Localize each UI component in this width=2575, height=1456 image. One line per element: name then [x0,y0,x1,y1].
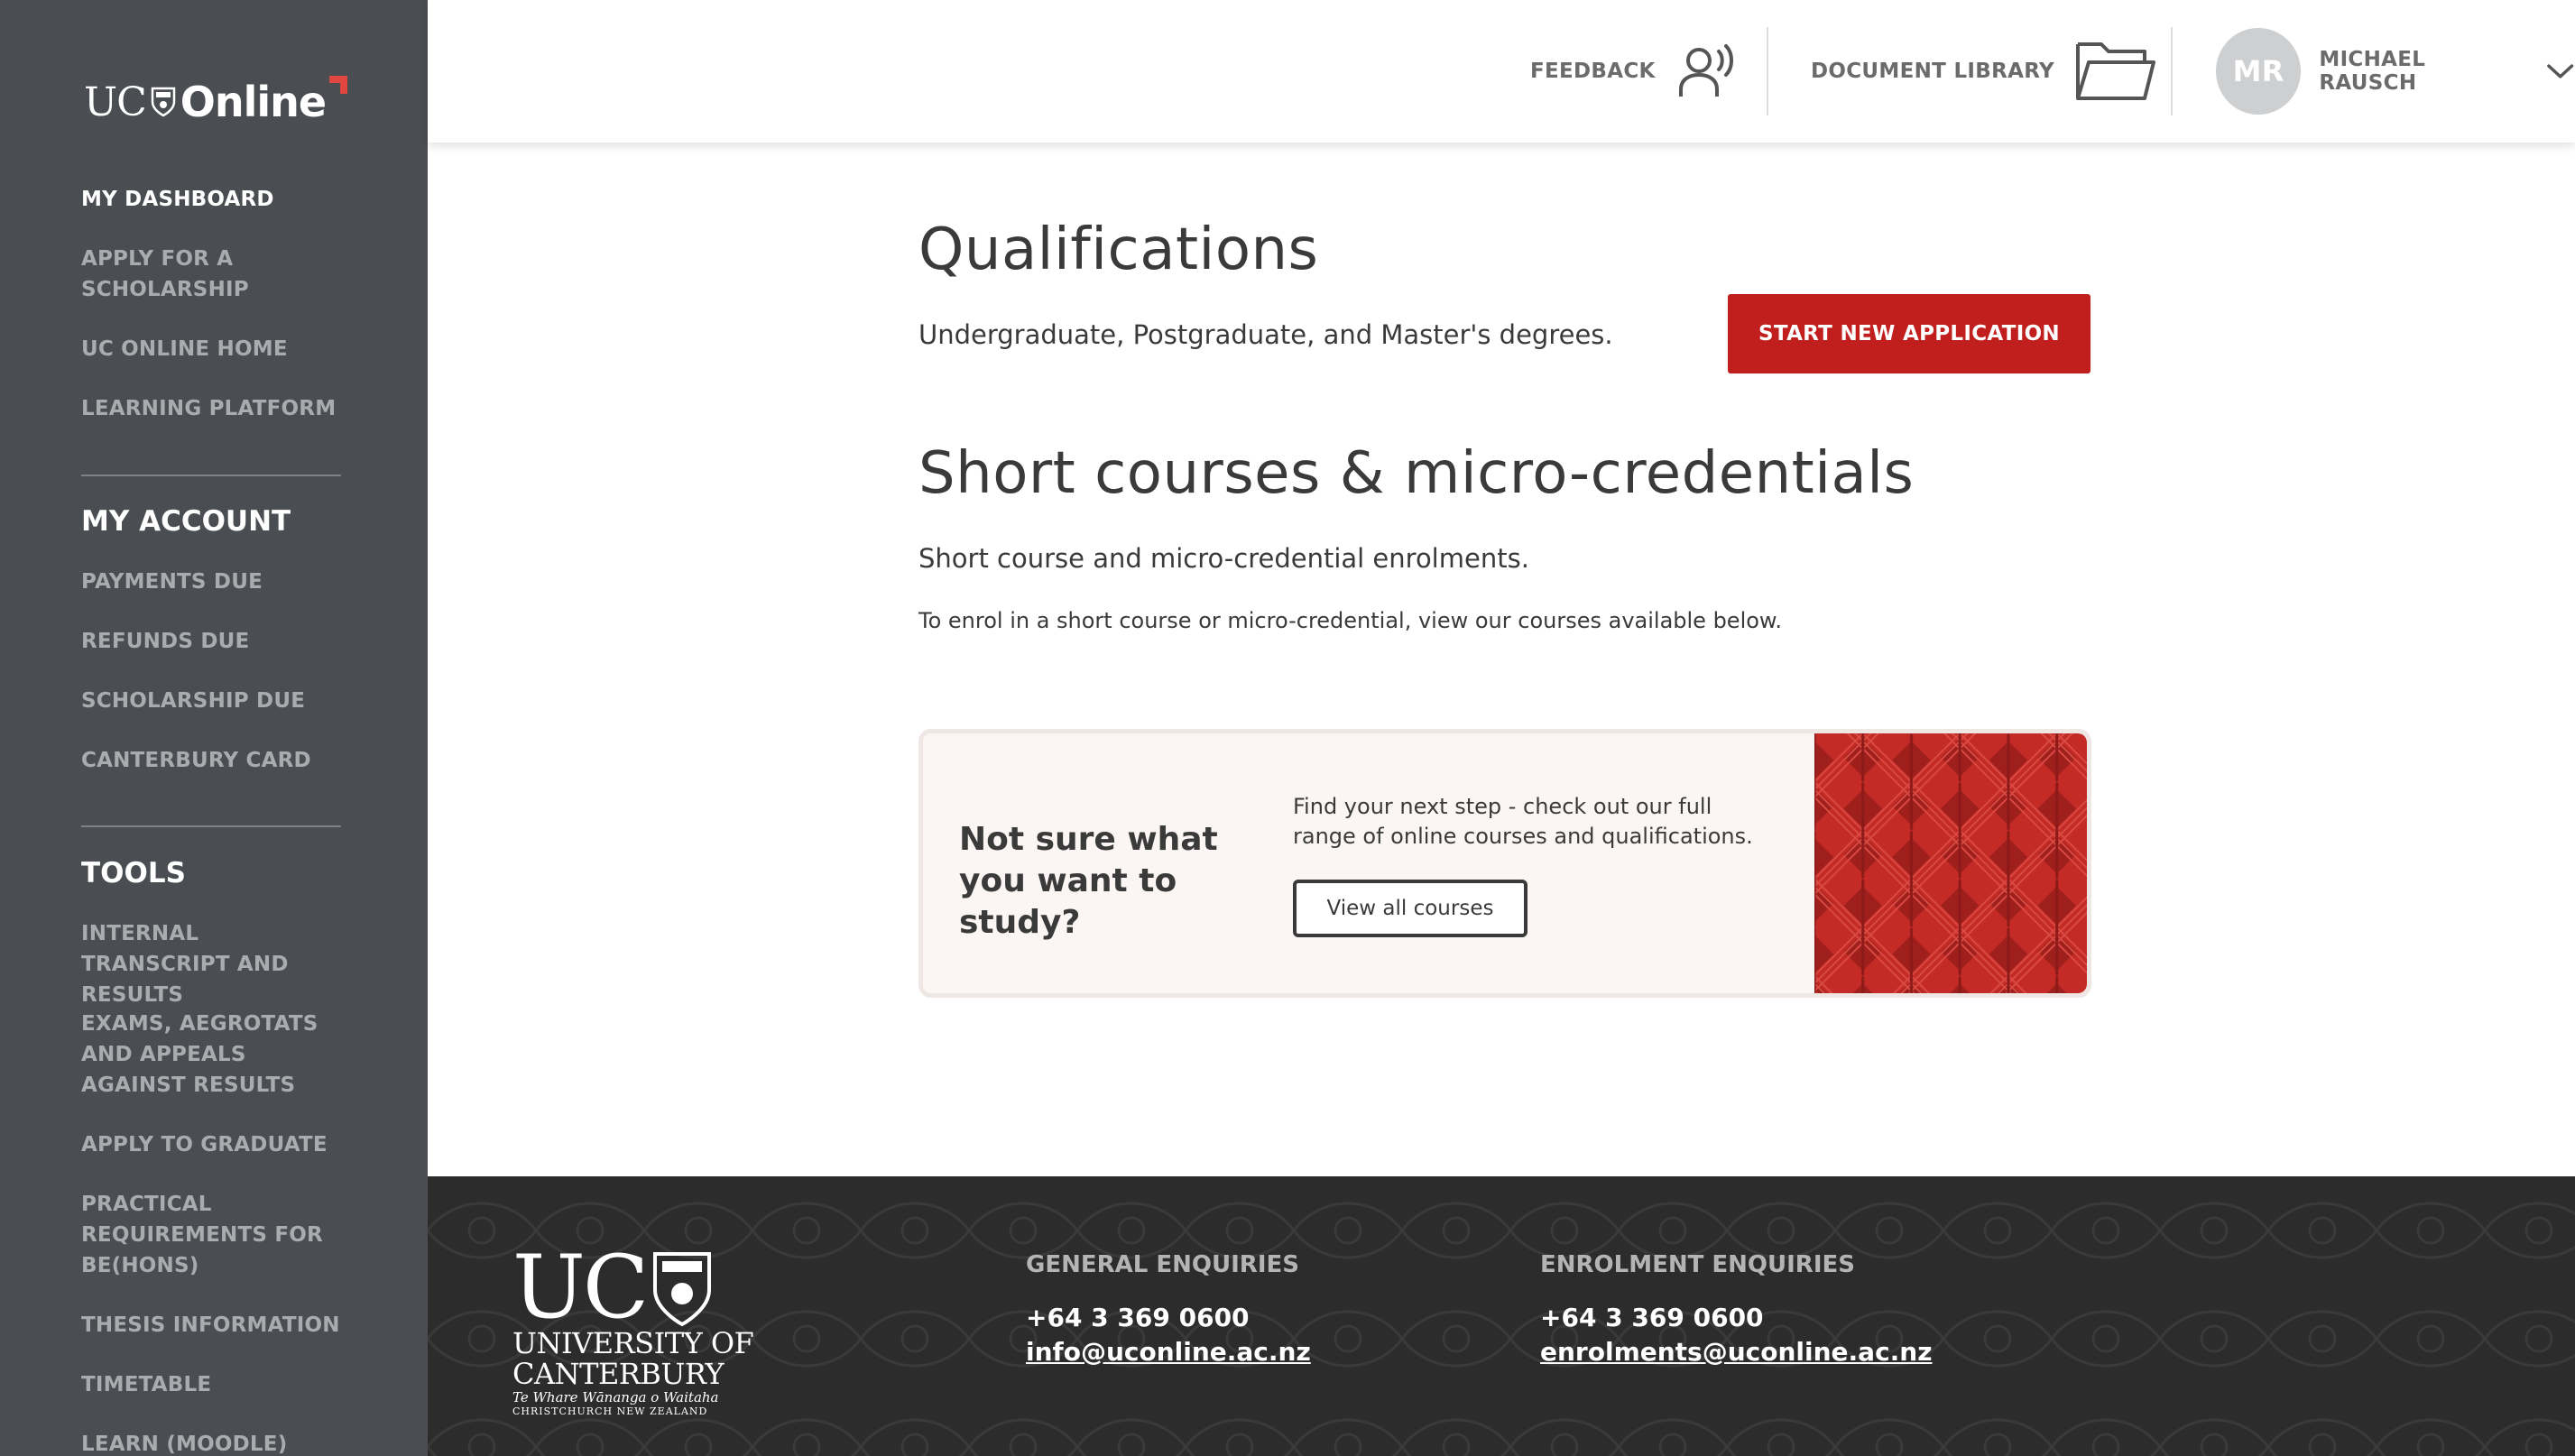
logo-corner-mark-icon [329,76,348,94]
document-library-button[interactable]: DOCUMENT LIBRARY [1811,0,2157,143]
feedback-button[interactable]: FEEDBACK [1530,0,1742,143]
footer-logo-line1: UNIVERSITY OF [512,1326,754,1360]
logo-online-text: Online [180,78,327,126]
general-enquiries-heading: GENERAL ENQUIRIES [1026,1251,1299,1278]
chevron-down-icon [2546,64,2573,78]
short-courses-note: To enrol in a short course or micro-cred… [918,608,1782,633]
my-account-heading: MY ACCOUNT [81,505,291,538]
enrolment-phone[interactable]: +64 3 369 0600 [1540,1301,1933,1335]
main-content: Qualifications Undergraduate, Postgradua… [428,143,2575,1176]
footer-logo-city: CHRISTCHURCH NEW ZEALAND [512,1405,708,1417]
general-phone[interactable]: +64 3 369 0600 [1026,1301,1311,1335]
general-email-link[interactable]: info@uconline.ac.nz [1026,1337,1311,1367]
nav-exams-aegrotats[interactable]: EXAMS, AEGROTATS AND APPEALS AGAINST RES… [81,1009,343,1101]
document-library-label: DOCUMENT LIBRARY [1811,60,2054,83]
nav-refunds-due[interactable]: REFUNDS DUE [81,626,343,657]
header-separator [1767,27,1768,115]
qualifications-title: Qualifications [918,217,1319,283]
nav-uc-online-home[interactable]: UC ONLINE HOME [81,334,343,364]
nav-thesis-information[interactable]: THESIS INFORMATION [81,1310,343,1341]
nav-divider [81,475,341,476]
nav-scholarship-due[interactable]: SCHOLARSHIP DUE [81,686,343,716]
crest-icon [653,1252,712,1327]
tools-heading: TOOLS [81,857,186,889]
university-of-canterbury-logo[interactable]: UC UNIVERSITY OF CANTERBURY Te Whare Wān… [512,1237,754,1418]
promo-title: Not sure what you want to study? [959,821,1218,941]
enrolment-enquiries: ENROLMENT ENQUIRIES +64 3 369 0600 enrol… [1540,1249,1933,1369]
nav-apply-to-graduate[interactable]: APPLY TO GRADUATE [81,1129,343,1160]
qualifications-description: Undergraduate, Postgraduate, and Master'… [918,319,1613,350]
footer-logo-maori: Te Whare Wānanga o Waitaha [512,1389,719,1405]
crest-icon [151,87,175,117]
start-new-application-button[interactable]: START NEW APPLICATION [1728,294,2090,373]
folder-icon [2075,42,2155,100]
promo-text: Find your next step - check out our full… [1293,794,1753,849]
nav-learning-platform[interactable]: LEARNING PLATFORM [81,393,343,424]
site-footer: UC UNIVERSITY OF CANTERBURY Te Whare Wān… [428,1176,2575,1456]
footer-logo-uc: UC [512,1237,649,1338]
user-menu[interactable]: MR MICHAEL RAUSCH [2216,0,2575,143]
nav-payments-due[interactable]: PAYMENTS DUE [81,567,343,597]
short-courses-title: Short courses & micro-credentials [918,440,1915,507]
general-enquiries: GENERAL ENQUIRIES +64 3 369 0600 info@uc… [1026,1249,1311,1369]
nav-my-dashboard[interactable]: MY DASHBOARD [81,184,343,215]
feedback-icon [1678,44,1733,97]
uc-online-logo[interactable]: UC Online [84,76,348,126]
nav-learn-moodle[interactable]: LEARN (MOODLE) [81,1429,343,1456]
nav-divider [81,825,341,827]
woven-pattern-image [1814,733,2087,993]
nav-canterbury-card[interactable]: CANTERBURY CARD [81,745,343,776]
course-finder-promo: Not sure what you want to study? Find yo… [918,729,2091,998]
enrolment-email-link[interactable]: enrolments@uconline.ac.nz [1540,1337,1933,1367]
user-name: MICHAEL RAUSCH [2319,48,2426,95]
nav-internal-transcript[interactable]: INTERNAL TRANSCRIPT AND RESULTS [81,918,343,1010]
nav-timetable[interactable]: TIMETABLE [81,1369,343,1400]
sidebar: UC Online MY DASHBOARD APPLY FOR A SCHOL… [0,0,428,1456]
short-courses-description: Short course and micro-credential enrolm… [918,543,1529,574]
nav-apply-scholarship[interactable]: APPLY FOR A SCHOLARSHIP [81,244,343,305]
footer-logo-line2: CANTERBURY [512,1357,725,1391]
view-all-courses-button[interactable]: View all courses [1293,880,1527,937]
top-header: FEEDBACK DOCUMENT LIBRARY MR MICHAEL RAU… [428,0,2575,143]
avatar: MR [2216,28,2302,115]
logo-uc-text: UC [84,78,147,125]
feedback-label: FEEDBACK [1530,60,1656,83]
enrolment-enquiries-heading: ENROLMENT ENQUIRIES [1540,1251,1855,1278]
header-separator [2171,27,2173,115]
nav-practical-requirements[interactable]: PRACTICAL REQUIREMENTS FOR BE(HONS) [81,1189,343,1281]
